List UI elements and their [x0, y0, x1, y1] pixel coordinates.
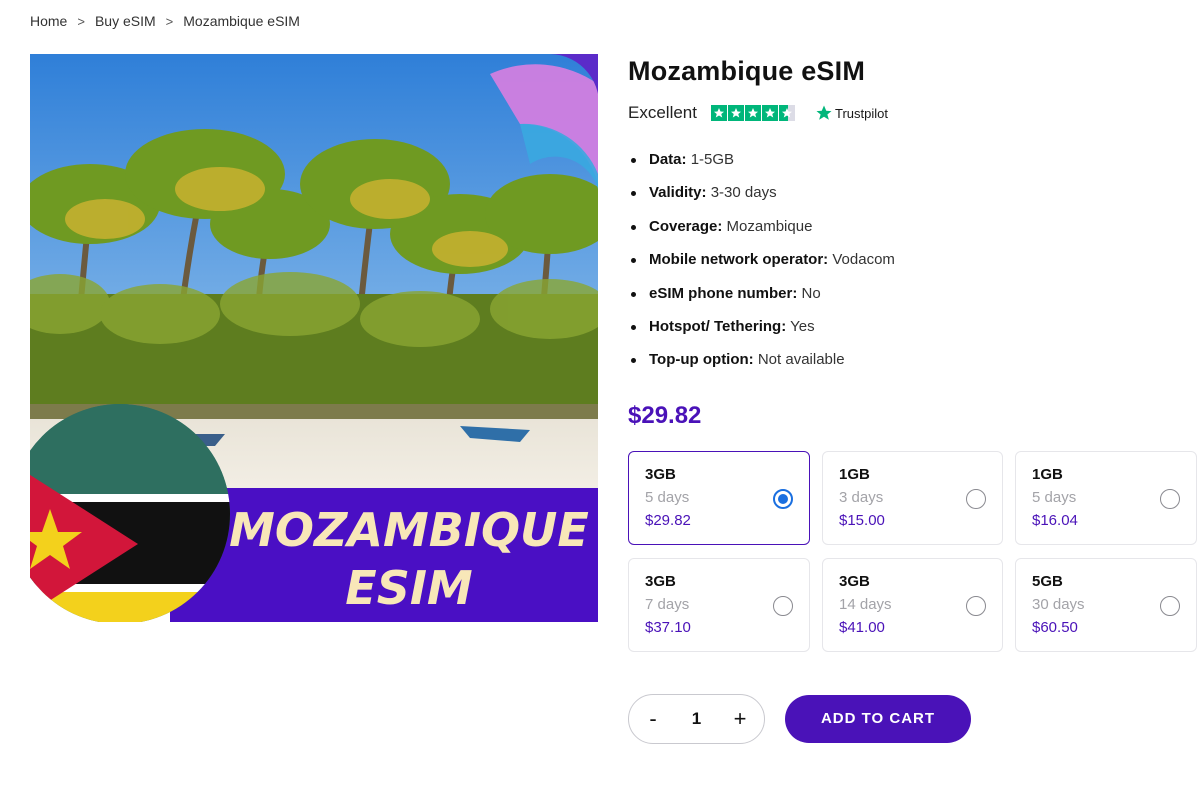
star-icon [710, 105, 727, 121]
radio-button[interactable] [966, 595, 986, 616]
plan-data: 3GB [645, 572, 676, 590]
feature-value: Vodacom [832, 251, 895, 269]
plan-data: 5GB [1032, 572, 1063, 590]
feature-list: Data: 1-5GB Validity: 3-30 days Coverage… [628, 150, 1200, 384]
feature-value: Yes [790, 317, 815, 335]
feature-value: Not available [757, 351, 845, 369]
feature-label: Top-up option: [649, 351, 754, 369]
breadcrumb-buy-esim[interactable]: Buy eSIM [95, 13, 156, 29]
chevron-right-icon: > [77, 13, 85, 29]
half-star-icon [778, 105, 795, 121]
feature-label: Data: [649, 151, 687, 168]
trustpilot-star-icon [816, 105, 832, 120]
increase-quantity-button[interactable]: + [730, 706, 750, 732]
plan-data: 3GB [839, 572, 870, 590]
feature-item: Mobile network operator: Vodacom [628, 250, 1200, 283]
radio-button[interactable] [773, 595, 793, 616]
feature-item: Coverage: Mozambique [628, 217, 1200, 250]
plan-data: 1GB [1032, 465, 1063, 483]
plan-price: $60.50 [1032, 618, 1078, 636]
feature-label: Mobile network operator: [649, 251, 829, 269]
rating-row[interactable]: Excellent Trustpilot [628, 102, 1200, 124]
plan-option[interactable]: 1GB 3 days $15.00 [822, 450, 1003, 545]
plan-price: $15.00 [839, 511, 885, 529]
plan-price: $29.82 [645, 511, 691, 529]
breadcrumb: Home > Buy eSIM > Mozambique eSIM [30, 13, 300, 29]
feature-value: 3-30 days [710, 184, 777, 202]
star-icon [744, 105, 761, 121]
trustpilot-stars [710, 105, 795, 121]
radio-button[interactable] [773, 488, 793, 509]
quantity-stepper: - 1 + [628, 693, 765, 744]
decrease-quantity-button[interactable]: - [643, 706, 663, 732]
feature-label: eSIM phone number: [649, 284, 798, 302]
plan-option[interactable]: 5GB 30 days $60.50 [1015, 557, 1197, 652]
radio-button[interactable] [966, 488, 986, 509]
trustpilot-label: Trustpilot [834, 105, 888, 121]
plan-data: 3GB [645, 465, 676, 483]
feature-item: Top-up option: Not available [628, 350, 1200, 383]
page-title: Mozambique eSIM [628, 56, 866, 86]
plan-option[interactable]: 3GB 14 days $41.00 [822, 557, 1003, 652]
banner-line2: ESIM [345, 561, 472, 615]
feature-label: Hotspot/ Tethering: [649, 317, 787, 335]
radio-button[interactable] [1160, 595, 1180, 616]
banner-line1: MOZAMBIQUE [229, 503, 589, 557]
breadcrumb-current: Mozambique eSIM [183, 13, 300, 29]
plan-days: 5 days [1032, 488, 1077, 506]
plan-days: 14 days [839, 595, 892, 613]
product-info: Mozambique eSIM Excellent Trustpilot Dat… [628, 56, 1200, 744]
feature-label: Validity: [649, 184, 707, 202]
plan-options: 3GB 5 days $29.82 1GB 3 days $15.00 1GB … [628, 450, 1200, 652]
plan-option[interactable]: 3GB 5 days $29.82 [628, 450, 810, 545]
product-image: MOZAMBIQUE ESIM [30, 54, 598, 622]
trustpilot-logo: Trustpilot [815, 104, 888, 122]
feature-item: eSIM phone number: No [628, 284, 1200, 317]
plan-option[interactable]: 1GB 5 days $16.04 [1015, 450, 1197, 545]
star-icon [727, 105, 744, 121]
feature-item: Hotspot/ Tethering: Yes [628, 317, 1200, 350]
feature-item: Validity: 3-30 days [628, 183, 1200, 216]
radio-button[interactable] [1160, 488, 1180, 509]
plan-option[interactable]: 3GB 7 days $37.10 [628, 557, 810, 652]
plan-days: 3 days [839, 488, 884, 506]
plan-days: 7 days [645, 595, 690, 613]
feature-value: Mozambique [726, 217, 813, 235]
feature-value: No [801, 284, 821, 302]
feature-value: 1-5GB [690, 151, 735, 168]
feature-label: Coverage: [649, 217, 723, 235]
breadcrumb-home[interactable]: Home [30, 13, 67, 29]
chevron-right-icon: > [165, 13, 174, 29]
plan-price: $41.00 [839, 618, 885, 636]
plan-price: $37.10 [645, 618, 691, 636]
add-to-cart-button[interactable]: ADD TO CART [785, 694, 971, 743]
plan-data: 1GB [839, 465, 870, 483]
buy-row: - 1 + ADD TO CART [628, 693, 1200, 744]
plan-price: $16.04 [1032, 511, 1078, 529]
feature-item: Data: 1-5GB [628, 150, 1200, 183]
product-price: $29.82 [628, 401, 702, 429]
plan-days: 5 days [645, 488, 690, 506]
rating-label: Excellent [628, 103, 697, 122]
quantity-value[interactable]: 1 [692, 709, 701, 729]
plan-days: 30 days [1032, 595, 1085, 613]
star-icon [761, 105, 778, 121]
